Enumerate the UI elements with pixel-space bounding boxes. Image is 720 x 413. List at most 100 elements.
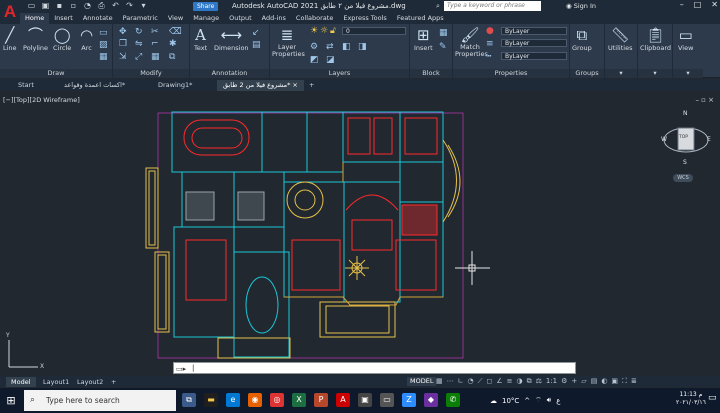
workspace-gear-icon[interactable]: ⚙ xyxy=(561,377,567,386)
vpn-icon[interactable]: ◆ xyxy=(424,393,438,407)
customize-icon[interactable]: ≣ xyxy=(631,377,637,386)
rotate-icon[interactable]: ↻ xyxy=(135,27,143,37)
insert-button[interactable]: ⊞ Insert xyxy=(414,26,433,52)
clean-screen-icon[interactable]: ⛶ xyxy=(622,377,627,386)
isometric-icon[interactable]: ⟋ xyxy=(478,377,483,386)
edge-browser-icon[interactable]: e xyxy=(226,393,240,407)
weather-icon[interactable]: ☁ xyxy=(490,397,497,405)
groups-panel-title[interactable]: Groups xyxy=(570,69,604,78)
fillet-icon[interactable]: ⌐ xyxy=(151,39,159,49)
transparency-icon[interactable]: ◑ xyxy=(516,377,522,386)
edit-block-icon[interactable]: ✎ xyxy=(439,42,447,52)
quick-properties-icon[interactable]: ▤ xyxy=(591,377,598,386)
new-tab-button[interactable]: + xyxy=(303,80,320,91)
annotation-scale-icon[interactable]: ⚖ xyxy=(536,377,542,386)
layer-on-icon[interactable]: ◩ xyxy=(310,55,319,65)
otrack-icon[interactable]: ∠ xyxy=(496,377,502,386)
line-button[interactable]: ╱ Line xyxy=(3,26,17,52)
ortho-icon[interactable]: ∟ xyxy=(458,377,464,386)
dimension-button[interactable]: ⟷ Dimension xyxy=(214,26,249,52)
layer-off-icon[interactable]: ◨ xyxy=(358,42,367,52)
clipboard-button[interactable]: 📋︎ Clipboard xyxy=(640,26,671,52)
taskbar-search-input[interactable]: ⌕ Type here to search xyxy=(24,390,176,411)
utilities-panel-expander[interactable]: ▾ xyxy=(605,69,637,78)
layout-tab-layout2[interactable]: Layout2 xyxy=(72,377,108,387)
command-prompt-icon[interactable]: ▭▸ xyxy=(176,364,186,374)
tab-manage[interactable]: Manage xyxy=(188,13,224,24)
text-button[interactable]: A Text xyxy=(194,26,207,52)
stretch-icon[interactable]: ⇲ xyxy=(119,52,127,62)
close-tab-icon[interactable]: × xyxy=(292,81,297,89)
file-tab-columns[interactable]: اكسات اعمدة وقواعد* xyxy=(58,80,131,91)
volume-icon[interactable]: 🔊︎ xyxy=(547,396,551,405)
language-icon[interactable]: ع xyxy=(556,397,560,405)
array-icon[interactable]: ▦ xyxy=(151,52,160,62)
model-space-toggle[interactable]: MODEL xyxy=(407,377,437,386)
tab-home[interactable]: Home xyxy=(20,13,50,24)
scale-icon[interactable]: ⤢ xyxy=(135,52,142,62)
hatch-icon[interactable]: ▨ xyxy=(99,40,108,50)
autocad-logo[interactable]: A xyxy=(0,0,20,24)
autocad-taskbar-icon[interactable]: A xyxy=(336,393,350,407)
view-button[interactable]: ▭ View xyxy=(678,26,693,52)
viewcube[interactable]: N S E W TOP xyxy=(661,110,711,168)
save-as-icon[interactable]: ▫ xyxy=(68,1,79,11)
excel-icon[interactable]: X xyxy=(292,393,306,407)
task-view-icon[interactable]: ⧉ xyxy=(182,393,196,407)
offset-icon[interactable]: ⧉ xyxy=(169,52,175,62)
add-layout-button[interactable]: + xyxy=(106,377,121,387)
layer-dropdown[interactable]: 0 xyxy=(342,27,406,35)
compass-west[interactable]: W xyxy=(661,136,667,143)
tab-parametric[interactable]: Parametric xyxy=(118,13,163,24)
notifications-icon[interactable]: ▭ xyxy=(708,393,717,403)
gradient-icon[interactable]: ▦ xyxy=(99,52,108,62)
web-icon[interactable]: ◔ xyxy=(82,1,93,11)
lock-icon[interactable]: 🔓︎ xyxy=(330,26,336,36)
osnap-icon[interactable]: ◻ xyxy=(487,377,493,386)
match-properties-button[interactable]: 🖌︎ Match Properties xyxy=(455,26,488,58)
rectangle-icon[interactable]: ▭ xyxy=(99,28,108,38)
maximize-icon[interactable]: □ xyxy=(694,0,702,9)
freeze-icon[interactable]: ☼ xyxy=(320,26,328,36)
tab-collaborate[interactable]: Collaborate xyxy=(291,13,338,24)
block-panel-title[interactable]: Block xyxy=(410,69,452,78)
tab-express-tools[interactable]: Express Tools xyxy=(338,13,391,24)
color-wheel-icon[interactable]: ● xyxy=(486,26,494,36)
color-dropdown[interactable]: ByLayer xyxy=(501,27,567,35)
layers-panel-title[interactable]: Layers xyxy=(270,69,409,78)
units-icon[interactable]: ▱ xyxy=(581,377,586,386)
leader-icon[interactable]: ↙ xyxy=(252,28,260,38)
layer-match-icon[interactable]: ⇄ xyxy=(326,42,334,52)
erase-icon[interactable]: ⌫ xyxy=(169,27,182,37)
table-icon[interactable]: ▤ xyxy=(252,40,261,50)
redo-icon[interactable]: ↷ xyxy=(124,1,135,11)
viewcube-top-face[interactable]: TOP xyxy=(679,135,688,140)
draw-panel-title[interactable]: Draw xyxy=(0,69,112,78)
open-folder-icon[interactable]: ▣ xyxy=(40,1,51,11)
tab-featured-apps[interactable]: Featured Apps xyxy=(392,13,449,24)
compass-east[interactable]: E xyxy=(707,136,711,143)
cmd-icon[interactable]: ▭ xyxy=(380,393,394,407)
file-explorer-icon[interactable]: ▬ xyxy=(204,393,218,407)
circle-button[interactable]: ◯ Circle xyxy=(53,26,71,52)
tab-add-ins[interactable]: Add-ins xyxy=(257,13,291,24)
isolate-objects-icon[interactable]: ◐ xyxy=(601,377,607,386)
weather-temp[interactable]: 10°C xyxy=(502,397,519,405)
layer-tools-icon[interactable]: ⚙ xyxy=(310,42,318,52)
share-button[interactable]: Share xyxy=(193,2,219,11)
zoom-icon[interactable]: Z xyxy=(402,393,416,407)
modify-panel-title[interactable]: Modify xyxy=(113,69,189,78)
sign-in-link[interactable]: ◉ Sign In xyxy=(566,2,596,10)
light-bulb-icon[interactable]: ☀ xyxy=(310,26,318,36)
photos-icon[interactable]: ▣ xyxy=(358,393,372,407)
file-tab-start[interactable]: Start xyxy=(12,80,40,91)
lineweight-dropdown[interactable]: ByLayer xyxy=(501,39,567,47)
utilities-button[interactable]: 📏︎ Utilities xyxy=(608,26,632,52)
arc-button[interactable]: ◠ Arc xyxy=(80,26,93,52)
minimize-icon[interactable]: – xyxy=(680,0,684,9)
compass-north[interactable]: N xyxy=(683,110,688,117)
network-icon[interactable]: ⌔ xyxy=(535,396,542,405)
new-file-icon[interactable]: ▭ xyxy=(26,1,37,11)
selection-cycling-icon[interactable]: ⧉ xyxy=(527,377,532,386)
hardware-acceleration-icon[interactable]: ▣ xyxy=(611,377,618,386)
